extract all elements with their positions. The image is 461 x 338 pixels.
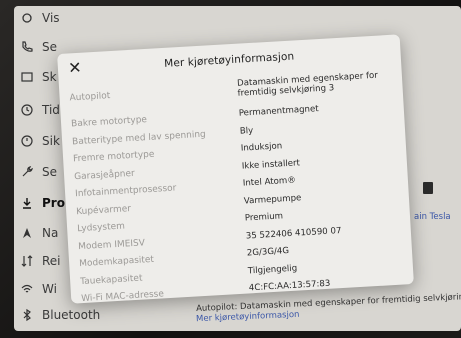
sidebar-item-time[interactable]: Tid <box>20 99 60 121</box>
bluetooth-icon <box>20 308 34 322</box>
sidebar-item-label: Wi <box>42 282 57 296</box>
sidebar-item-display[interactable]: Vis <box>20 7 60 29</box>
car-icon <box>423 182 433 194</box>
row-label: Lydsystem <box>76 221 126 235</box>
sidebar-item-software[interactable]: Pro <box>20 192 65 214</box>
sidebar-item-bluetooth[interactable]: Bluetooth <box>20 304 100 326</box>
row-label: Fremre motortype <box>72 149 155 165</box>
row-value: Datamaskin med egenskaper for fremtidig … <box>236 70 379 99</box>
autopilot-summary: Autopilot: Datamaskin med egenskaper for… <box>195 292 461 314</box>
tesla-link[interactable]: ain Tesla <box>414 212 451 222</box>
download-icon <box>20 196 34 210</box>
sidebar-item-label: Rei <box>42 254 61 268</box>
row-label: Bakre motortype <box>70 115 148 130</box>
row-label: Tauekapasitet <box>79 273 143 287</box>
sidebar-item-label: Se <box>42 165 57 179</box>
row-label: Modemkapasitet <box>78 254 155 270</box>
sort-icon <box>20 254 34 268</box>
row-label: Kupévarmer <box>75 203 132 217</box>
clock-icon <box>20 103 34 117</box>
sidebar-item-service[interactable]: Se <box>20 36 57 58</box>
row-label: Garasjeåpner <box>73 168 135 182</box>
row-label: Autopilot <box>69 91 111 104</box>
sidebar-item-label: Bluetooth <box>42 308 101 322</box>
info-list: Autopilot Datamaskin med egenskaper for … <box>69 70 402 304</box>
sidebar-item-label: Na <box>42 226 59 240</box>
vehicle-info-modal: ✕ Mer kjøretøyinformasjon Autopilot Data… <box>57 34 414 304</box>
display-icon <box>20 11 34 25</box>
sidebar-item-wifi[interactable]: Wi <box>20 278 57 300</box>
sidebar-item-label: Tid <box>42 103 60 117</box>
shield-clock-icon <box>20 134 34 148</box>
row-label: Modem IMEISV <box>77 237 146 252</box>
navigation-icon <box>20 226 34 240</box>
screen-icon <box>20 70 34 84</box>
sidebar-item-label: Se <box>42 40 57 54</box>
sidebar-item-safety[interactable]: Sik <box>20 130 60 152</box>
sidebar-item-label: Pro <box>42 196 65 210</box>
sidebar-item-navigation[interactable]: Na <box>20 222 58 244</box>
wifi-icon <box>20 282 34 296</box>
sidebar-item-label: Sik <box>42 134 60 148</box>
sidebar-item-screen[interactable]: Sk <box>20 66 57 88</box>
sidebar-item-label: Vis <box>42 11 60 25</box>
sidebar-item-service-mode[interactable]: Se <box>20 161 57 183</box>
sidebar-item-label: Sk <box>42 70 57 84</box>
row-label: Infotainmentprosessor <box>74 183 177 200</box>
sidebar-item-trips[interactable]: Rei <box>20 250 61 272</box>
wrench-icon <box>20 165 34 179</box>
phone-icon <box>20 40 34 54</box>
